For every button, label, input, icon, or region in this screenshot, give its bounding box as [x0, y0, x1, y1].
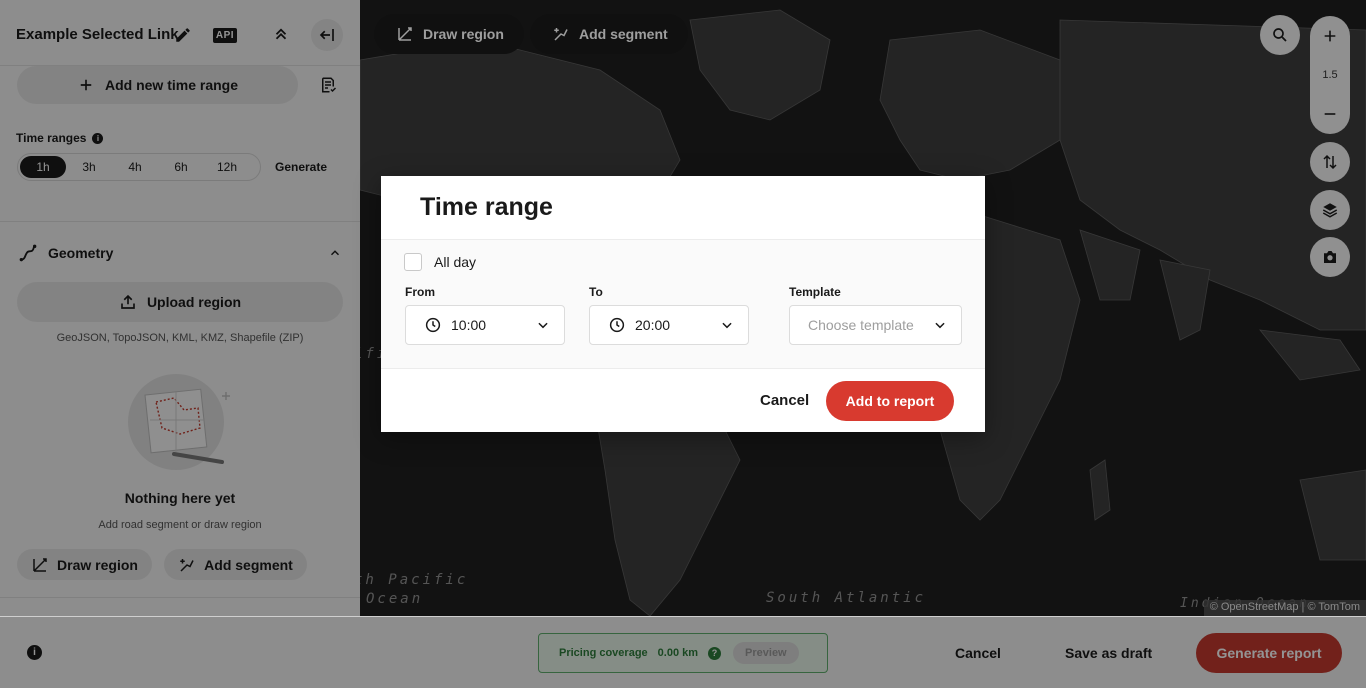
add-segment-icon — [554, 28, 568, 41]
generate-link[interactable]: Generate — [275, 160, 327, 174]
time-ranges-label: Time ranges — [16, 131, 87, 145]
map-draw-region-button[interactable]: Draw region — [374, 14, 524, 54]
to-time-select[interactable]: 20:00 — [589, 305, 749, 345]
ocean-label: th Pacific — [360, 572, 469, 588]
time-range-dialog: Time range All day From 10:00 To 20:00 T… — [381, 176, 985, 432]
add-time-range-button[interactable]: Add new time range — [17, 66, 298, 104]
template-select[interactable]: Choose template — [789, 305, 962, 345]
pricing-coverage-box: Pricing coverage 0.00 km ? Preview — [538, 633, 828, 673]
empty-state-subtitle: Add road segment or draw region — [98, 519, 262, 531]
sidebar-draw-region-button[interactable]: Draw region — [17, 549, 152, 580]
screenshot-button[interactable] — [1310, 237, 1350, 277]
supported-formats: GeoJSON, TopoJSON, KML, KMZ, Shapefile (… — [56, 332, 304, 344]
info-icon[interactable]: i — [92, 132, 104, 144]
geometry-label: Geometry — [48, 245, 114, 261]
add-segment-label: Add segment — [579, 26, 668, 42]
edit-icon[interactable] — [170, 22, 196, 48]
map-layers-button[interactable] — [1310, 190, 1350, 230]
add-to-report-button[interactable]: Add to report — [826, 381, 954, 421]
clock-icon — [425, 317, 441, 333]
zoom-control: 1.5 — [1310, 16, 1350, 134]
document-list-icon[interactable] — [315, 72, 341, 98]
time-range-option-4h[interactable]: 4h — [112, 156, 158, 178]
collapse-sidebar-icon[interactable] — [311, 19, 343, 51]
camera-icon — [1324, 251, 1336, 263]
double-chevron-up-icon[interactable] — [268, 22, 294, 48]
map-search-button[interactable] — [1260, 15, 1300, 55]
help-icon[interactable]: ? — [708, 646, 722, 660]
dialog-body: All day From 10:00 To 20:00 Template Cho… — [381, 239, 985, 369]
ocean-label: South Atlantic — [766, 590, 927, 606]
to-time-value: 20:00 — [635, 317, 671, 333]
divider — [0, 597, 360, 598]
empty-map-illustration — [128, 374, 230, 470]
link-title: Example Selected Link — [16, 26, 179, 43]
dialog-title: Time range — [420, 193, 553, 221]
time-range-option-12h[interactable]: 12h — [204, 156, 250, 178]
search-icon — [1273, 28, 1287, 42]
draw-region-icon — [398, 27, 412, 41]
from-time-value: 10:00 — [451, 317, 487, 333]
swap-vertical-icon — [1323, 154, 1337, 170]
dialog-cancel-button[interactable]: Cancel — [760, 392, 809, 409]
geometry-section-header[interactable]: Geometry — [18, 242, 342, 264]
empty-state-title: Nothing here yet — [124, 490, 236, 506]
divider — [0, 221, 360, 222]
draw-region-label: Draw region — [57, 556, 138, 573]
add-segment-label: Add segment — [204, 556, 293, 573]
chevron-down-icon — [722, 322, 732, 329]
template-label: Template — [789, 285, 841, 299]
minus-icon — [1324, 113, 1336, 115]
time-range-option-3h[interactable]: 3h — [66, 156, 112, 178]
api-icon[interactable]: API — [212, 22, 238, 48]
plus-icon — [80, 79, 92, 91]
pricing-coverage-label: Pricing coverage — [559, 647, 648, 659]
sidebar-header: Example Selected Link API — [0, 0, 360, 66]
all-day-label[interactable]: All day — [434, 254, 476, 270]
route-icon — [19, 244, 37, 262]
add-segment-icon — [180, 558, 194, 572]
all-day-checkbox[interactable] — [404, 253, 422, 271]
layers-icon — [1322, 203, 1338, 218]
zoom-out-button[interactable] — [1310, 94, 1350, 134]
footer-cancel-button[interactable]: Cancel — [955, 645, 1001, 661]
sidebar-add-segment-button[interactable]: Add segment — [164, 549, 307, 580]
chevron-down-icon — [538, 322, 548, 329]
zoom-level: 1.5 — [1322, 69, 1338, 81]
time-ranges-heading: Time ranges i — [16, 131, 104, 145]
chevron-up-icon[interactable] — [328, 246, 342, 260]
upload-icon — [121, 294, 135, 309]
upload-region-button[interactable]: Upload region — [17, 282, 343, 322]
add-time-range-label: Add new time range — [104, 77, 239, 93]
chevron-down-icon — [935, 322, 945, 329]
plus-icon — [1324, 30, 1336, 42]
ocean-label: Ocean — [366, 591, 424, 607]
sidebar: Example Selected Link API Add new time r… — [0, 0, 360, 616]
from-label: From — [405, 285, 435, 299]
draw-region-icon — [33, 557, 47, 572]
pricing-coverage-value: 0.00 km — [657, 647, 699, 659]
clock-icon — [609, 317, 625, 333]
direction-toggle-button[interactable] — [1310, 142, 1350, 182]
time-range-option-1h[interactable]: 1h — [20, 156, 66, 178]
generate-report-button[interactable]: Generate report — [1196, 633, 1342, 673]
map-attribution[interactable]: © OpenStreetMap | © TomTom — [1203, 600, 1366, 616]
map-add-segment-button[interactable]: Add segment — [530, 14, 688, 54]
draw-region-label: Draw region — [423, 26, 504, 42]
footer-bar: i Pricing coverage 0.00 km ? Preview Can… — [0, 616, 1366, 688]
info-icon[interactable]: i — [27, 645, 42, 660]
time-range-segmented-control: 1h 3h 4h 6h 12h — [17, 153, 261, 181]
time-range-option-6h[interactable]: 6h — [158, 156, 204, 178]
preview-button[interactable]: Preview — [733, 642, 799, 664]
save-draft-button[interactable]: Save as draft — [1065, 645, 1152, 661]
from-time-select[interactable]: 10:00 — [405, 305, 565, 345]
to-label: To — [589, 285, 603, 299]
api-badge-label: API — [212, 27, 238, 43]
upload-region-label: Upload region — [146, 294, 242, 310]
template-placeholder: Choose template — [808, 317, 914, 333]
zoom-in-button[interactable] — [1310, 16, 1350, 56]
